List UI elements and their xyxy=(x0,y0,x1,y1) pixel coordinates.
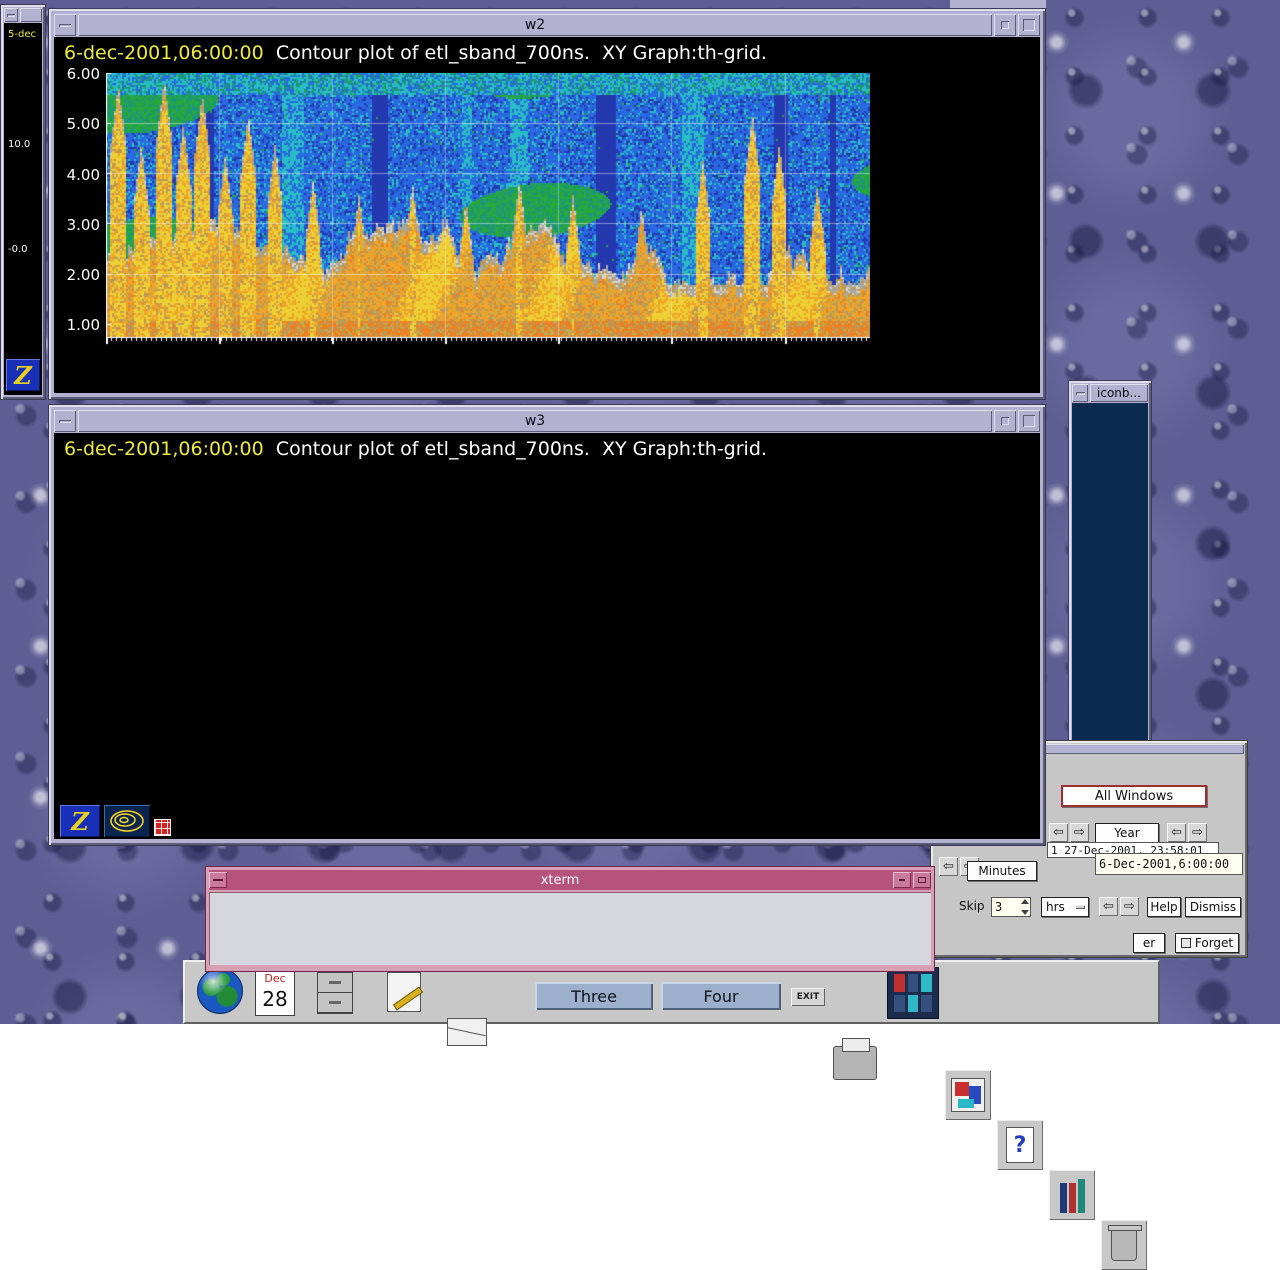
forget-icon xyxy=(1181,938,1191,948)
forget-button[interactable]: Forget xyxy=(1175,933,1239,953)
iconbox-titlebar[interactable]: iconb... xyxy=(1072,384,1148,402)
background-left-window: 5-dec 10.0 -0.0 Z xyxy=(0,4,46,400)
datetime-field[interactable]: 6-Dec-2001,6:00:00 xyxy=(1095,853,1243,875)
xterm-title: xterm xyxy=(229,873,891,888)
y-axis-tick: 4.00 xyxy=(54,166,100,184)
step-back-button[interactable]: ⇦ xyxy=(1099,897,1118,916)
units-menu[interactable]: hrs xyxy=(1041,897,1089,917)
minutes-back-button[interactable]: ⇦ xyxy=(939,857,958,876)
spinner-arrows-icon[interactable] xyxy=(1021,899,1029,915)
printer-icon[interactable] xyxy=(833,1046,877,1080)
desktop-wallpaper: 5-dec 10.0 -0.0 Z w2 6-dec-2001,06:00:00… xyxy=(0,0,1280,1024)
year-forward-button[interactable]: ⇨ xyxy=(1070,823,1089,842)
y-axis-tick: 5.00 xyxy=(54,115,100,133)
step-forward-button[interactable]: ⇨ xyxy=(1120,897,1139,916)
style-manager-icon xyxy=(951,1078,985,1112)
left-window-menu-button[interactable] xyxy=(4,8,18,22)
calendar-day: 28 xyxy=(256,986,294,1012)
mail-icon[interactable] xyxy=(447,1018,487,1046)
calendar-month: Dec xyxy=(256,971,294,986)
minimize-icon[interactable] xyxy=(994,14,1016,36)
help-tile[interactable]: ? xyxy=(997,1120,1043,1170)
skip-value-spinner[interactable]: 3 xyxy=(991,897,1031,917)
style-manager-tile[interactable] xyxy=(945,1070,991,1120)
y-axis-tick: 3.00 xyxy=(54,216,100,234)
window-w3: w3 6-dec-2001,06:00:00 Contour plot of e… xyxy=(48,404,1046,846)
workspace-four-button[interactable]: Four xyxy=(661,982,781,1010)
option-menu-icon xyxy=(1075,905,1085,909)
window-menu-icon[interactable] xyxy=(54,410,76,432)
window-w2: w2 6-dec-2001,06:00:00 Contour plot of e… xyxy=(48,8,1046,400)
plot-w2-heatmap xyxy=(106,73,870,345)
w3-window-title: w3 xyxy=(78,410,992,432)
trash-tile[interactable] xyxy=(1101,1220,1147,1270)
file-manager-icon[interactable] xyxy=(317,972,353,1014)
xterm-titlebar[interactable]: xterm xyxy=(209,870,931,890)
calendar-widget[interactable]: Dec 28 xyxy=(255,970,295,1016)
dismiss-button[interactable]: Dismiss xyxy=(1185,897,1241,917)
maximize-icon[interactable] xyxy=(913,872,931,888)
year-skip-back-button[interactable]: ⇦ xyxy=(1167,823,1186,842)
w3-titlebar[interactable]: w3 xyxy=(54,410,1040,432)
left-window-titlebar[interactable] xyxy=(4,8,42,22)
minutes-button[interactable]: Minutes xyxy=(967,861,1037,881)
workspace-pager-icon[interactable] xyxy=(887,967,939,1019)
iconbox-title: iconb... xyxy=(1090,384,1148,402)
contour-tool-icon[interactable] xyxy=(104,805,150,837)
y-axis-tick: 2.00 xyxy=(54,266,100,284)
window-menu-icon[interactable] xyxy=(209,872,227,888)
xterm-window: xterm xyxy=(205,866,935,972)
window-menu-icon[interactable] xyxy=(54,14,76,36)
partial-hidden-button[interactable]: er xyxy=(1133,933,1165,953)
grid-tool-icon[interactable] xyxy=(154,819,171,836)
skip-label: Skip xyxy=(959,899,985,913)
w2-titlebar[interactable]: w2 xyxy=(54,14,1040,36)
trash-can-icon xyxy=(1111,1229,1137,1261)
maximize-icon[interactable] xyxy=(1018,410,1040,432)
maximize-icon[interactable] xyxy=(1018,14,1040,36)
left-window-value-top: 10.0 xyxy=(8,139,30,150)
books-icon xyxy=(1060,1177,1085,1213)
year-back-button[interactable]: ⇦ xyxy=(1049,823,1068,842)
left-window-title xyxy=(20,8,42,22)
globe-icon[interactable] xyxy=(197,968,243,1014)
w2-plot-area: 6.00 5.00 4.00 3.00 2.00 1.00 xyxy=(54,37,1040,393)
minimize-icon[interactable] xyxy=(994,410,1016,432)
exit-button[interactable]: EXIT xyxy=(791,988,825,1006)
window-menu-icon[interactable] xyxy=(1072,384,1088,402)
library-tile[interactable] xyxy=(1049,1170,1095,1220)
text-editor-icon[interactable] xyxy=(387,972,421,1012)
y-axis-tick: 6.00 xyxy=(54,65,100,83)
w3-plot-area xyxy=(54,433,1040,839)
help-manual-icon: ? xyxy=(1006,1127,1034,1163)
left-window-date-label: 5-dec xyxy=(8,29,36,40)
zeb-logo-icon[interactable]: Z xyxy=(60,805,100,837)
workspace-three-button[interactable]: Three xyxy=(535,982,653,1010)
left-window-value-bottom: -0.0 xyxy=(8,244,28,255)
help-button[interactable]: Help xyxy=(1147,897,1181,917)
zeb-logo-icon[interactable]: Z xyxy=(6,359,40,391)
w2-window-title: w2 xyxy=(78,14,992,36)
terminal-output[interactable] xyxy=(209,892,931,965)
iconbox-window: iconb... xyxy=(1068,380,1152,762)
all-windows-button[interactable]: All Windows xyxy=(1061,785,1207,807)
minimize-icon[interactable] xyxy=(893,872,911,888)
year-button[interactable]: Year xyxy=(1095,823,1159,843)
y-axis-tick: 1.00 xyxy=(54,316,100,334)
year-skip-forward-button[interactable]: ⇨ xyxy=(1188,823,1207,842)
